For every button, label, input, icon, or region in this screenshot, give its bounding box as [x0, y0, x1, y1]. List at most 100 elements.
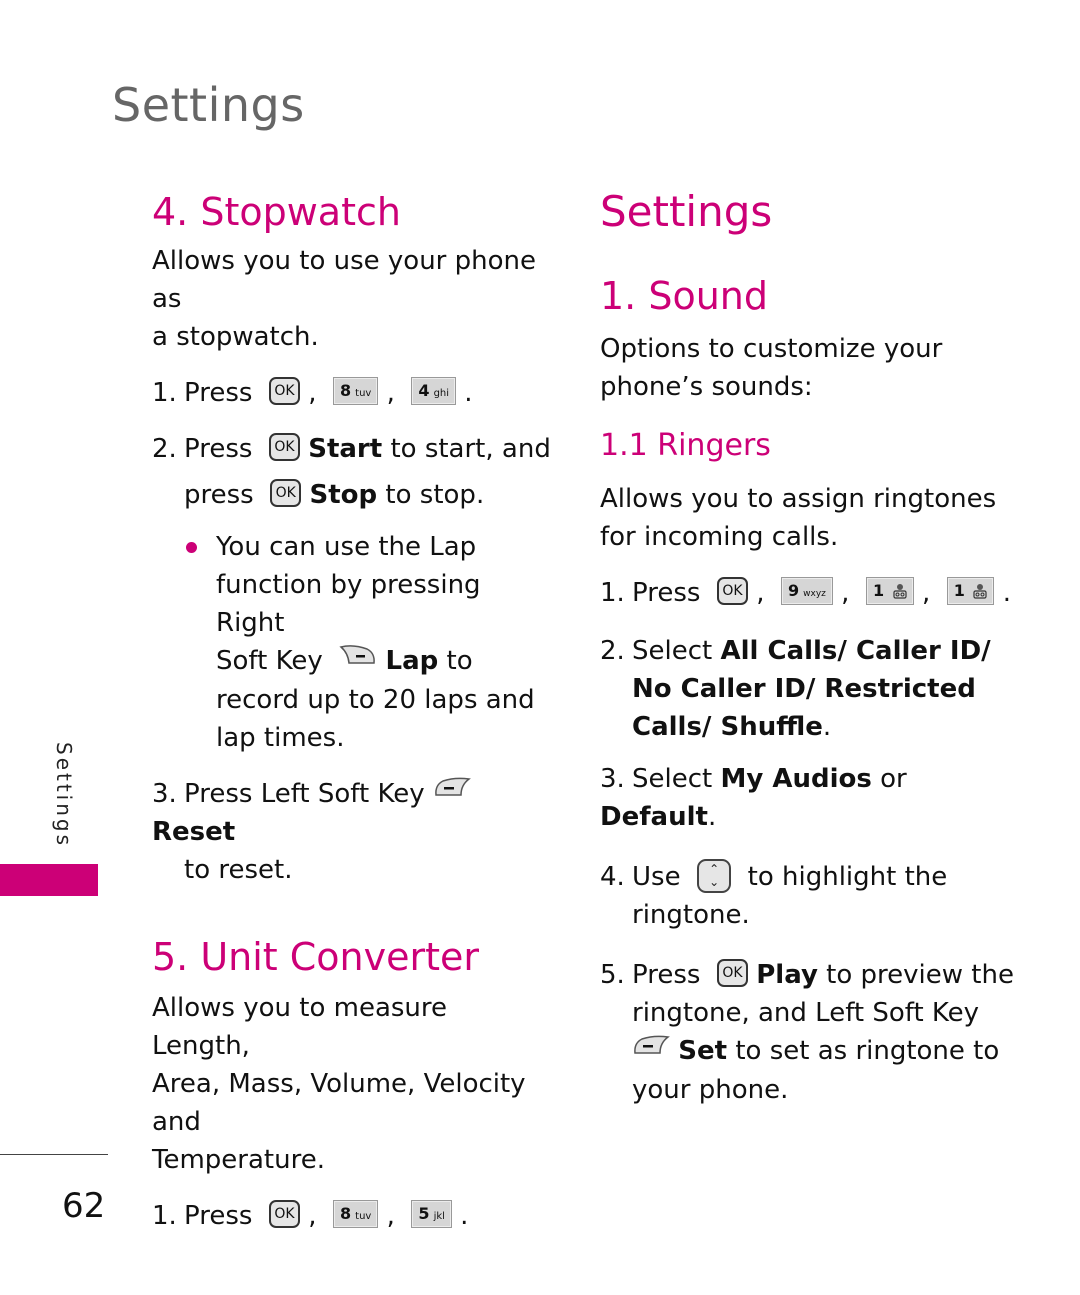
- intro-line: Allows you to assign ringtones: [600, 484, 997, 514]
- key-letters: tuv: [355, 387, 372, 399]
- key-8-icon: 8 tuv: [333, 1199, 379, 1228]
- intro-line: phone’s sounds:: [600, 372, 813, 402]
- ok-key-icon: OK: [268, 1199, 300, 1228]
- left-soft-key-icon: [632, 1030, 670, 1068]
- ok-key-icon: OK: [268, 376, 300, 405]
- key-4-icon: 4 ghi: [411, 376, 457, 405]
- intro-line: Allows you to use your phone as: [152, 246, 536, 314]
- note-line: record up to 20 laps and: [216, 684, 535, 715]
- ringers-step-5: 5. Press OK Play to preview the: [600, 956, 1020, 994]
- ringers-step-4-cont: ringtone.: [632, 900, 750, 930]
- stopwatch-step-1: 1. Press OK , 8 tuv , 4 ghi .: [152, 374, 552, 412]
- step-text: Press: [632, 578, 701, 608]
- ringers-step-5-line3: Set to set as ringtone to: [600, 1032, 1020, 1071]
- key-letters: jkl: [433, 1210, 445, 1222]
- intro-line: a stopwatch.: [152, 322, 319, 352]
- note-line: You can use the Lap: [216, 532, 477, 562]
- step-text: or: [880, 764, 907, 794]
- ringers-step-4: 4. Use ⌃ ⌄ to highlight the: [600, 858, 1020, 896]
- option-label: My Audios: [720, 764, 872, 794]
- key-digit: 5: [418, 1203, 430, 1223]
- punctuation: .: [707, 802, 717, 832]
- step-number: 2.: [152, 434, 177, 464]
- ringers-step-2-line3: Calls/ Shuffle.: [600, 708, 1020, 746]
- voicemail-icon: [893, 584, 907, 599]
- step-text: Press Left Soft Key: [184, 778, 425, 809]
- key-digit: 9: [788, 580, 800, 600]
- note-text: to: [446, 646, 473, 676]
- key-letters: tuv: [355, 1210, 372, 1222]
- punctuation: .: [822, 712, 832, 742]
- step-text: Select: [632, 764, 713, 794]
- intro-line: Options to customize your: [600, 334, 943, 364]
- step-number: 1.: [152, 1201, 177, 1231]
- key-digit: 8: [340, 1203, 352, 1223]
- unit-converter-heading: 5. Unit Converter: [152, 935, 480, 979]
- intro-line: Area, Mass, Volume, Velocity and: [152, 1069, 526, 1137]
- stopwatch-step-3-cont: to reset.: [184, 855, 293, 885]
- note-line: lap times.: [216, 722, 345, 753]
- step-text: press: [184, 480, 254, 510]
- bullet-icon: [186, 542, 197, 553]
- sound-heading: 1. Sound: [600, 274, 768, 318]
- stopwatch-step-2: 2. Press OK Start to start, and: [152, 430, 552, 468]
- ok-key-icon: OK: [716, 958, 748, 987]
- step-text: Press: [184, 434, 253, 464]
- voicemail-icon: [973, 584, 988, 599]
- sound-intro: Options to customize your phone’s sounds…: [600, 330, 1020, 406]
- left-column: 4. Stopwatch Allows you to use your phon…: [152, 190, 552, 1235]
- step-number: 5.: [600, 960, 625, 990]
- option-list: All Calls/ Caller ID/: [720, 636, 991, 666]
- ok-key-icon: OK: [270, 478, 302, 507]
- right-soft-key-icon: [339, 640, 377, 678]
- step-text: Use: [632, 862, 681, 892]
- note-line: function by pressing Right: [216, 570, 481, 638]
- running-header: Settings: [112, 78, 305, 132]
- step-number: 1.: [600, 578, 625, 608]
- step-text: Select: [632, 636, 713, 666]
- key-digit: 4: [418, 380, 430, 400]
- step-text: Press: [184, 378, 253, 408]
- step-text: Press: [632, 960, 701, 990]
- action-label: Set: [678, 1036, 728, 1066]
- step-number: 4.: [600, 862, 625, 892]
- lap-note: You can use the Lap function by pressing…: [152, 528, 552, 757]
- key-letters: wxyz: [803, 588, 826, 599]
- ringers-step-2: 2. Select All Calls/ Caller ID/: [600, 632, 1020, 670]
- note-line: Soft Key Lap to: [216, 642, 552, 681]
- section-title: Settings: [600, 187, 773, 236]
- key-digit: 1: [872, 580, 885, 600]
- stopwatch-step-3: 3. Press Left Soft Key Reset: [152, 775, 552, 852]
- key-digit: 1: [953, 580, 965, 600]
- step-number: 3.: [152, 778, 177, 809]
- page-number: 62: [62, 1186, 106, 1226]
- stopwatch-step-2-cont: press OK Stop to stop.: [152, 476, 552, 514]
- step-text: to highlight the: [747, 862, 948, 892]
- key-letters: ghi: [433, 387, 450, 399]
- key-1-icon: 1: [865, 576, 914, 605]
- step-text: Press: [184, 1201, 253, 1231]
- option-list: Calls/ Shuffle: [632, 712, 823, 742]
- up-down-nav-key-icon: ⌃ ⌄: [697, 858, 732, 893]
- ok-key-icon: OK: [268, 432, 300, 461]
- unit-converter-intro: Allows you to measure Length, Area, Mass…: [152, 989, 552, 1179]
- intro-line: Temperature.: [152, 1145, 325, 1175]
- key-1-icon: 1: [946, 576, 995, 605]
- step-text: to set as ringtone to: [735, 1036, 1000, 1066]
- ringers-intro: Allows you to assign ringtones for incom…: [600, 480, 1020, 556]
- step-number: 2.: [600, 636, 625, 666]
- side-tab-label: Settings: [52, 742, 76, 849]
- ringers-step-3: 3. Select My Audios or Default.: [600, 760, 1020, 836]
- step-text: to preview the: [826, 960, 1014, 990]
- step-text: to stop.: [385, 480, 485, 510]
- key-9-icon: 9 wxyz: [781, 576, 833, 605]
- action-label: Reset: [152, 817, 236, 847]
- ringers-step-5-line4: your phone.: [632, 1074, 789, 1105]
- key-8-icon: 8 tuv: [333, 376, 379, 405]
- ringers-step-5-line2: ringtone, and Left Soft Key: [632, 998, 980, 1028]
- stopwatch-intro: Allows you to use your phone as a stopwa…: [152, 242, 552, 356]
- left-soft-key-icon: [433, 772, 471, 810]
- key-digit: 8: [340, 380, 352, 400]
- step-text: to start, and: [390, 434, 551, 464]
- stopwatch-heading: 4. Stopwatch: [152, 190, 401, 234]
